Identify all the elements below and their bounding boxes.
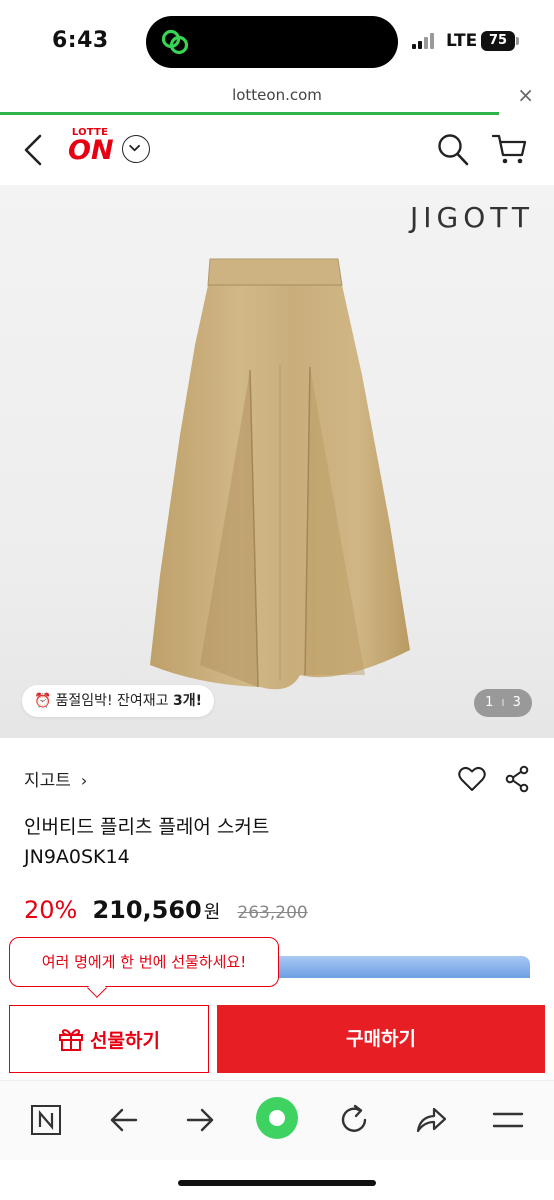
gift-button[interactable]: 선물하기: [9, 1005, 209, 1073]
pager-separator: I: [501, 698, 505, 709]
network-type: LTE: [446, 31, 478, 51]
brand-name: 지고트: [24, 771, 71, 791]
sale-price: 210,560: [92, 896, 202, 924]
naver-n-icon[interactable]: [29, 1101, 63, 1139]
url-bar[interactable]: lotteon.com ×: [0, 80, 554, 114]
product-name: 인버티드 플리츠 플레어 스커트: [24, 816, 270, 838]
battery-icon: 75: [481, 31, 515, 51]
refresh-icon[interactable]: [338, 1101, 370, 1139]
image-pager: 1 I 3: [474, 689, 532, 717]
chevron-right-icon: ›: [80, 771, 88, 790]
brand-watermark: JIGOTT: [410, 201, 534, 234]
pager-current: 1: [485, 695, 494, 710]
forward-arrow-icon[interactable]: [184, 1101, 216, 1139]
discount-rate: 20%: [24, 896, 78, 924]
browser-toolbar: [0, 1080, 554, 1160]
dynamic-island: [146, 16, 398, 68]
product-title: 인버티드 플리츠 플레어 스커트 JN9A0SK14: [24, 812, 269, 872]
product-code: JN9A0SK14: [24, 846, 130, 868]
cart-icon[interactable]: [491, 133, 527, 165]
dropdown-icon[interactable]: [122, 135, 150, 163]
battery-cap: [516, 37, 519, 45]
back-icon[interactable]: [22, 133, 44, 167]
logo-main-text: ON: [68, 135, 114, 166]
site-header: LOTTE ON: [0, 115, 554, 185]
gift-button-label: 선물하기: [90, 1029, 160, 1052]
gift-icon: [59, 1029, 84, 1051]
status-time: 6:43: [52, 28, 109, 53]
share-icon[interactable]: [505, 765, 529, 793]
lotte-on-logo[interactable]: LOTTE ON: [68, 127, 114, 166]
back-arrow-icon[interactable]: [108, 1101, 140, 1139]
alarm-clock-icon: ⏰: [34, 693, 52, 709]
gift-tooltip: 여러 명에게 한 번에 선물하세요!: [9, 937, 279, 987]
status-bar: 6:43 LTE 75: [0, 0, 554, 80]
search-icon[interactable]: [437, 133, 469, 167]
url-text[interactable]: lotteon.com: [0, 86, 554, 104]
share-arrow-icon[interactable]: [414, 1101, 448, 1139]
heart-icon[interactable]: [458, 766, 486, 792]
pager-total: 3: [512, 695, 521, 710]
brand-link[interactable]: 지고트 ›: [24, 766, 87, 791]
currency-unit: 원: [203, 902, 221, 923]
signal-icon: [412, 33, 438, 49]
menu-icon[interactable]: [491, 1101, 525, 1139]
green-circle-icon[interactable]: [255, 1096, 299, 1140]
coupon-banner-edge[interactable]: [270, 956, 530, 978]
home-indicator: [178, 1180, 376, 1186]
stock-count: 3개!: [173, 693, 203, 709]
stock-alert-badge: ⏰ 품절임박! 잔여재고 3개!: [22, 685, 215, 717]
original-price: 263,200: [237, 903, 308, 923]
skirt-product-image: [150, 258, 410, 690]
close-icon[interactable]: ×: [517, 83, 534, 107]
buy-button[interactable]: 구매하기: [217, 1005, 545, 1073]
stock-alert-text: 품절임박! 잔여재고: [55, 693, 173, 709]
product-image-gallery[interactable]: JIGOTT ⏰ 품절임박! 잔여재고 3개! 1 I 3: [0, 185, 554, 738]
price-row: 20% 210,560 원 263,200: [24, 896, 308, 930]
link-icon: [161, 29, 189, 55]
